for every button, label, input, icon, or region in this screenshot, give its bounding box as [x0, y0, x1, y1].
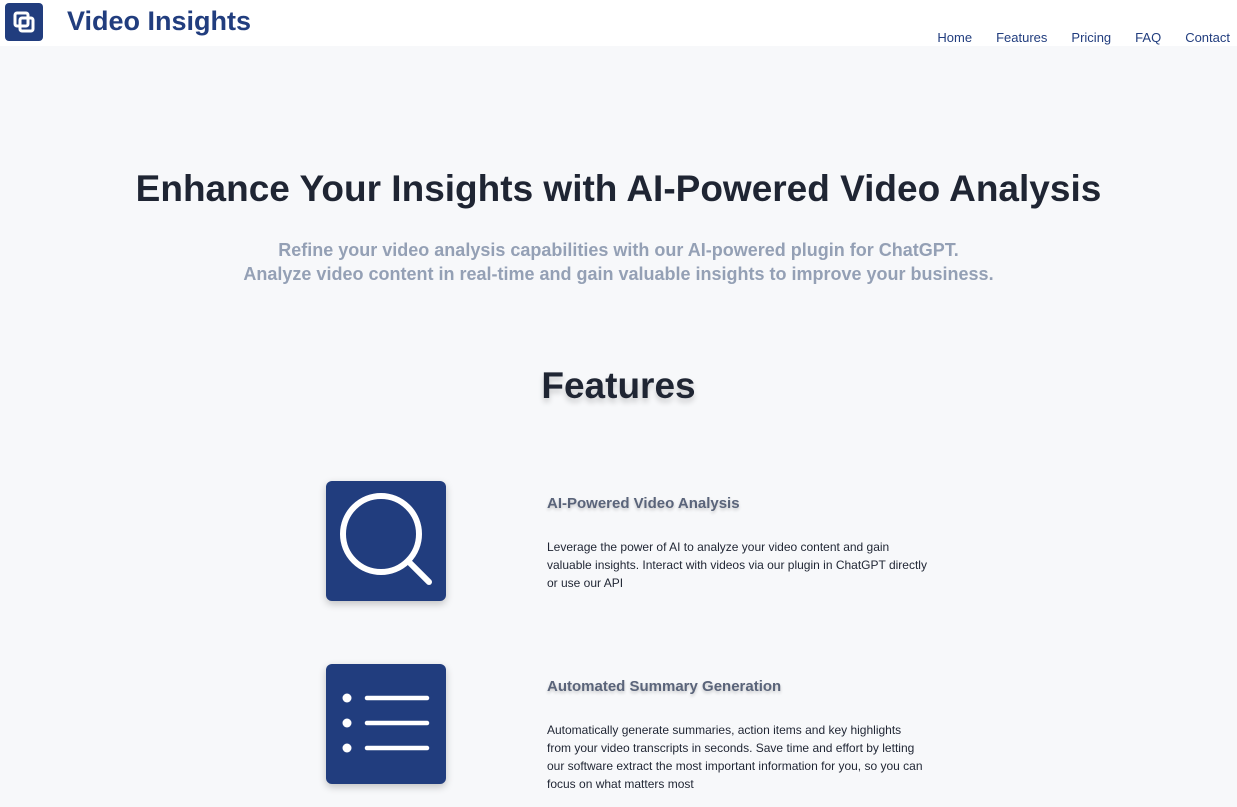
brand-name[interactable]: Video Insights [67, 6, 251, 37]
nav-contact[interactable]: Contact [1185, 30, 1230, 45]
header: Video Insights Home Features Pricing FAQ… [0, 0, 1237, 46]
search-icon [326, 481, 446, 601]
main-nav: Home Features Pricing FAQ Contact [937, 30, 1230, 45]
hero-title: Enhance Your Insights with AI-Powered Vi… [135, 168, 1102, 209]
hero-subtitle-line-2: Analyze video content in real-time and g… [243, 264, 994, 284]
logo-square-icon[interactable] [5, 3, 43, 41]
list-icon [326, 664, 446, 784]
features-title: Features [541, 365, 696, 406]
feature-title-video-analysis: AI-Powered Video Analysis [547, 495, 740, 512]
feature-title-summary-generation: Automated Summary Generation [547, 678, 782, 695]
nav-pricing[interactable]: Pricing [1071, 30, 1111, 45]
nav-features[interactable]: Features [996, 30, 1047, 45]
nav-faq[interactable]: FAQ [1135, 30, 1161, 45]
hero-subtitle: Refine your video analysis capabilities … [0, 238, 1237, 286]
feature-desc-summary-generation: Automatically generate summaries, action… [547, 723, 923, 791]
hero-subtitle-line-1: Refine your video analysis capabilities … [278, 240, 959, 260]
nav-home[interactable]: Home [937, 30, 972, 45]
feature-desc-video-analysis: Leverage the power of AI to analyze your… [547, 540, 927, 590]
